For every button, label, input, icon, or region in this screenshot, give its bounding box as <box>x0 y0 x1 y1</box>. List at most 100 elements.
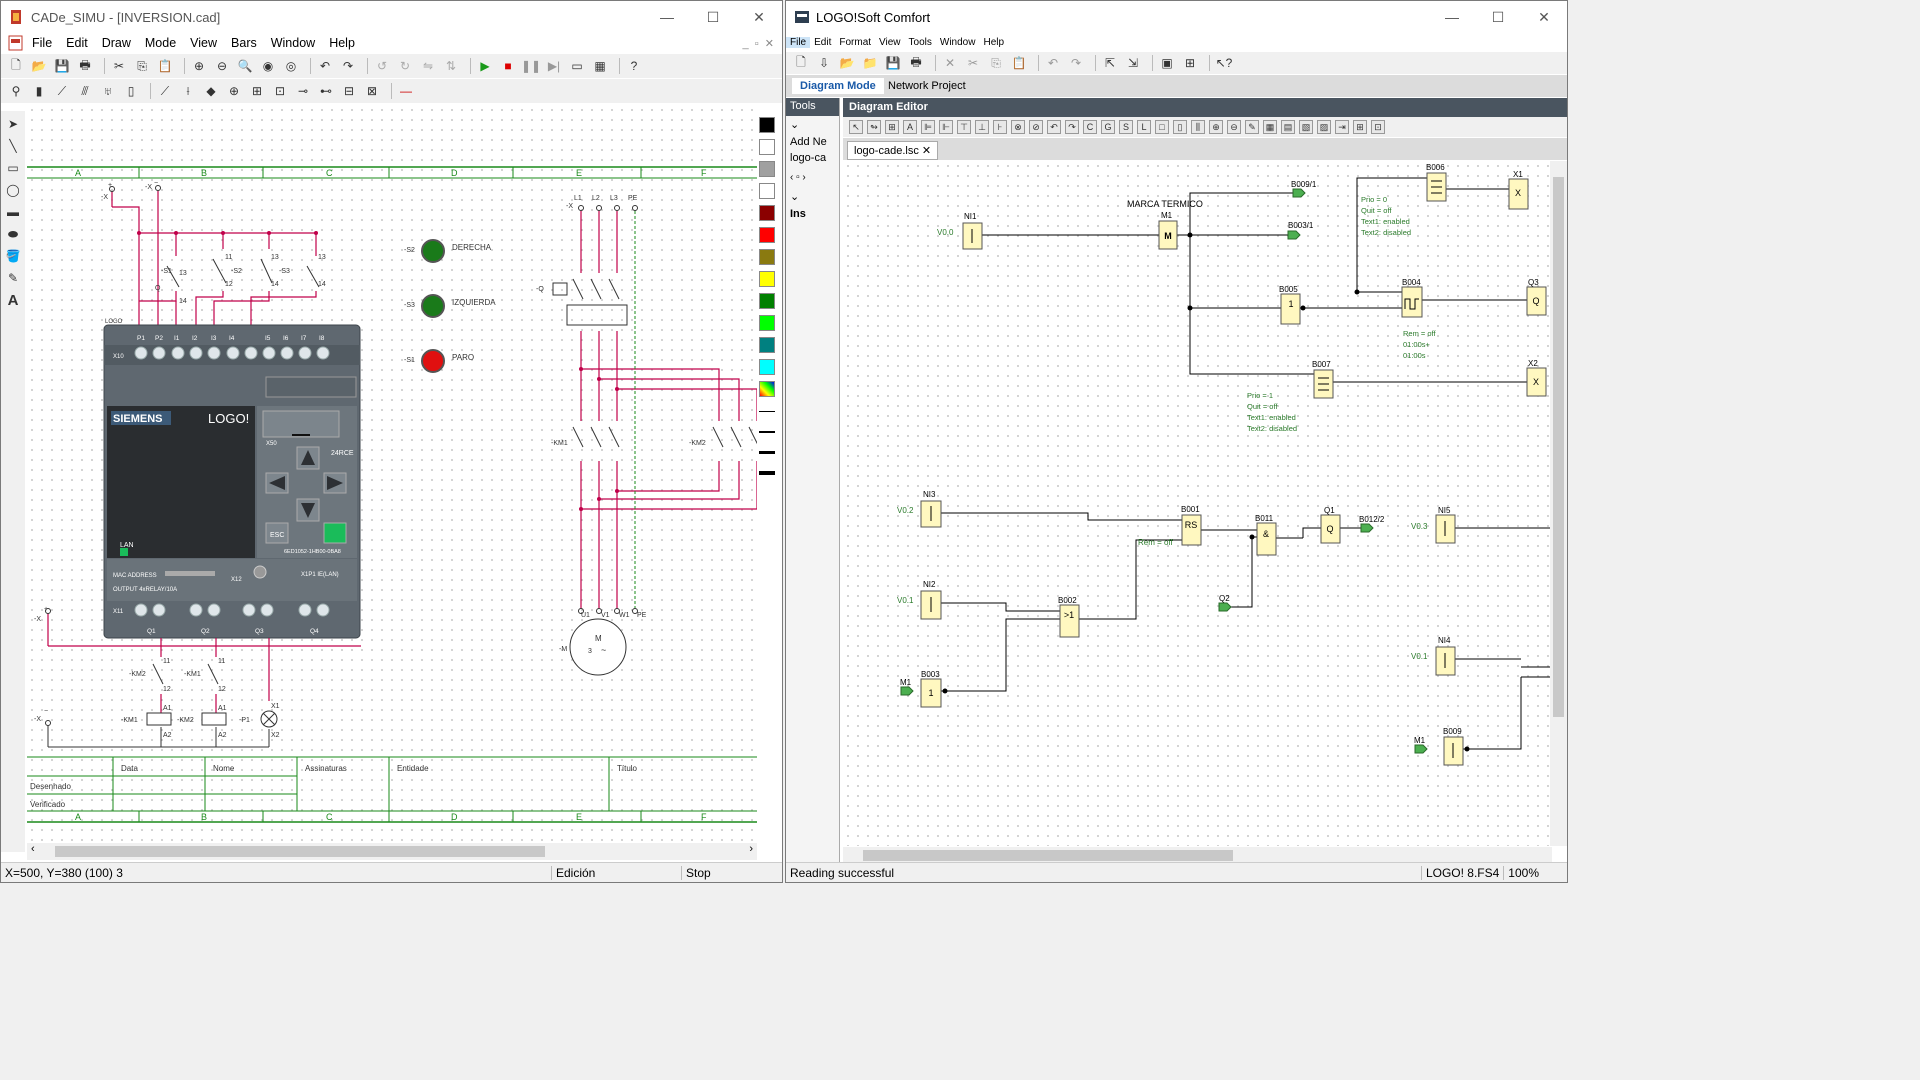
fit-icon[interactable]: ⊡ <box>1371 120 1385 134</box>
redo-icon[interactable]: ↷ <box>339 57 357 75</box>
line-icon[interactable]: ╲ <box>4 137 22 155</box>
save-icon[interactable]: 💾 <box>53 57 71 75</box>
color-swatch[interactable] <box>759 315 775 331</box>
print-icon[interactable]: 🖶 <box>907 54 925 72</box>
online-test-icon[interactable]: ⊞ <box>1181 54 1199 72</box>
flip-icon[interactable]: ⇅ <box>442 57 460 75</box>
rotate-right-icon[interactable]: ↻ <box>396 57 414 75</box>
color-swatch[interactable] <box>759 249 775 265</box>
tree-item[interactable]: Add Ne <box>786 134 839 150</box>
tools-dropdown[interactable]: ⌄ <box>786 116 839 134</box>
doc-tab[interactable]: logo-cade.lsc ✕ <box>847 141 939 160</box>
tree-dropdown[interactable]: ⌄ <box>786 188 839 206</box>
color-swatch[interactable] <box>759 161 775 177</box>
split-icon[interactable]: ▯ <box>1173 120 1187 134</box>
close-button[interactable]: ✕ <box>736 1 782 33</box>
plc-icon[interactable]: ⊟ <box>340 82 358 100</box>
stop-icon[interactable]: ■ <box>499 57 517 75</box>
cut-icon[interactable]: ✂ <box>964 54 982 72</box>
filled-ellipse-icon[interactable]: ⬬ <box>4 225 22 243</box>
contact-nc-icon[interactable]: ⟊ <box>179 82 197 100</box>
menu-edit[interactable]: Edit <box>810 37 835 48</box>
pause-icon[interactable]: ❚❚ <box>521 57 541 75</box>
color-swatch[interactable] <box>759 117 775 133</box>
cable-icon[interactable]: ⊠ <box>363 82 381 100</box>
timer-icon[interactable]: ⊸ <box>294 82 312 100</box>
open-recent-icon[interactable]: 📁 <box>861 54 879 72</box>
cut-icon[interactable]: ✂ <box>110 57 128 75</box>
close-button[interactable]: ✕ <box>1521 1 1567 33</box>
gf-icon[interactable]: G <box>1101 120 1115 134</box>
zoom-all-icon[interactable]: ◉ <box>259 57 277 75</box>
contact-no-icon[interactable]: ⟋ <box>156 82 174 100</box>
color-swatch[interactable] <box>759 183 775 199</box>
pointer-symbol-icon[interactable]: ⚲ <box>7 82 25 100</box>
color-swatch[interactable] <box>759 205 775 221</box>
menu-window[interactable]: Window <box>936 37 980 48</box>
tab-diagram-mode[interactable]: Diagram Mode <box>792 78 884 94</box>
download-icon[interactable]: ⇩ <box>815 54 833 72</box>
grid-icon[interactable]: ▦ <box>591 57 609 75</box>
cade-canvas[interactable]: A B C D E F A B C D E F Data Nome Assina… <box>27 105 760 843</box>
contactor-icon[interactable]: ♅ <box>99 82 117 100</box>
extend-icon[interactable]: ⇥ <box>1335 120 1349 134</box>
constants-icon[interactable]: ⊞ <box>885 120 899 134</box>
rotate-left-icon[interactable]: ↺ <box>373 57 391 75</box>
line-width-4[interactable] <box>759 471 775 477</box>
relay-icon[interactable]: ▯ <box>122 82 140 100</box>
eyedropper-icon[interactable]: ✎ <box>4 269 22 287</box>
menu-file[interactable]: File <box>786 36 811 48</box>
arrow-icon[interactable]: ➤ <box>4 115 22 133</box>
align-middle-icon[interactable]: ⊥ <box>975 120 989 134</box>
undo-icon[interactable]: ↶ <box>1047 120 1061 134</box>
fuse-symbol-icon[interactable]: ▮ <box>30 82 48 100</box>
motor-icon[interactable]: ⊷ <box>317 82 335 100</box>
align-bottom-icon[interactable]: ⊦ <box>993 120 1007 134</box>
align-left-icon[interactable]: ⊫ <box>921 120 935 134</box>
open-icon[interactable]: 📂 <box>30 57 48 75</box>
tree-item[interactable]: logo-ca <box>786 150 839 166</box>
window-icon[interactable]: ▭ <box>568 57 586 75</box>
layout-icon[interactable]: ▦ <box>1263 120 1277 134</box>
logo-to-pc-icon[interactable]: ⇲ <box>1124 54 1142 72</box>
open-icon[interactable]: 📂 <box>838 54 856 72</box>
menu-format[interactable]: Format <box>835 37 875 48</box>
multi-switch-icon[interactable]: ⫻ <box>76 82 94 100</box>
copy-icon[interactable]: ⎘ <box>987 54 1005 72</box>
menu-window[interactable]: Window <box>264 36 322 50</box>
panel-icon[interactable]: □ <box>1155 120 1169 134</box>
menu-view[interactable]: View <box>183 36 224 50</box>
zoom-out-icon[interactable]: ⊖ <box>1227 120 1241 134</box>
connect-icon[interactable]: ↬ <box>867 120 881 134</box>
redo-icon[interactable]: ↷ <box>1065 120 1079 134</box>
select-icon[interactable]: ↖ <box>849 120 863 134</box>
udf-icon[interactable]: L <box>1137 120 1151 134</box>
color-swatch[interactable] <box>759 381 775 397</box>
logo-vscroll[interactable] <box>1550 161 1567 846</box>
mdi-controls[interactable]: _ ▫ ✕ <box>743 37 774 50</box>
pilot-paro[interactable] <box>421 349 445 373</box>
tab-network-project[interactable]: Network Project <box>882 78 972 94</box>
coil-icon[interactable]: ⊡ <box>271 82 289 100</box>
text-icon[interactable]: A <box>4 291 22 309</box>
pc-to-logo-icon[interactable]: ⇱ <box>1101 54 1119 72</box>
mirror-icon[interactable]: ⇋ <box>419 57 437 75</box>
line-width-3[interactable] <box>759 451 775 457</box>
align-top-icon[interactable]: ⊤ <box>957 120 971 134</box>
save-icon[interactable]: 💾 <box>884 54 902 72</box>
color-swatch[interactable] <box>759 139 775 155</box>
ellipse-icon[interactable]: ◯ <box>4 181 22 199</box>
line-width-2[interactable] <box>759 431 775 437</box>
switch-symbol-icon[interactable]: ⟋ <box>53 82 71 100</box>
line-width-1[interactable] <box>759 411 775 417</box>
line-red-icon[interactable]: — <box>397 82 415 100</box>
co-icon[interactable]: C <box>1083 120 1097 134</box>
filled-rect-icon[interactable]: ▬ <box>4 203 22 221</box>
paste-icon[interactable]: 📋 <box>1010 54 1028 72</box>
minimize-button[interactable]: — <box>644 1 690 33</box>
menu-tools[interactable]: Tools <box>905 37 936 48</box>
new-icon[interactable]: 🗋 <box>792 54 810 72</box>
pilot-izquierda[interactable] <box>421 294 445 318</box>
menu-bars[interactable]: Bars <box>224 36 264 50</box>
new-icon[interactable]: 🗋 <box>7 57 25 75</box>
